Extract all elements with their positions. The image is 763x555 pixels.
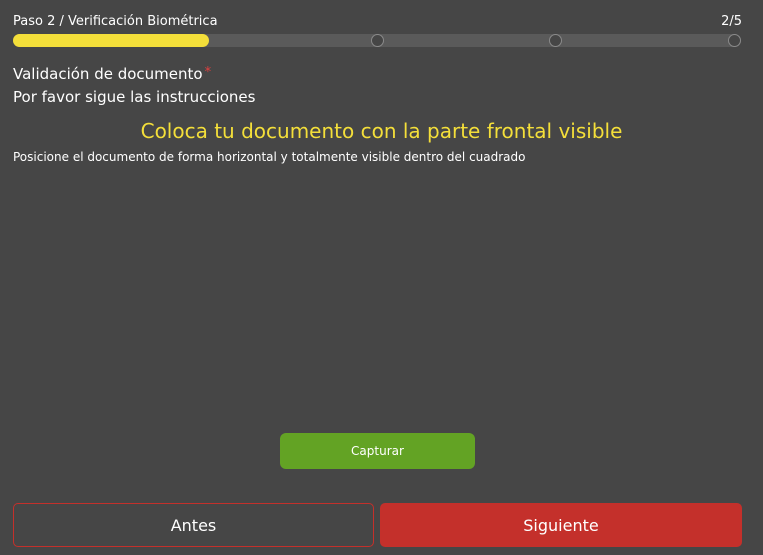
next-button[interactable]: Siguiente [380, 503, 742, 547]
progress-step-dot [728, 34, 741, 47]
camera-preview-area [13, 172, 741, 422]
progress-step-dot [370, 34, 384, 47]
progress-bar [13, 34, 741, 47]
instructions-text: Por favor sigue las instrucciones [13, 88, 256, 106]
capture-subtitle: Posicione el documento de forma horizont… [13, 150, 526, 164]
progress-step-dot [549, 34, 563, 47]
progress-fill [13, 34, 209, 47]
capture-title: Coloca tu documento con la parte frontal… [140, 119, 623, 143]
field-label-text: Validación de documento [13, 65, 203, 83]
step-header: Paso 2 / Verificación Biométrica 2/5 [13, 14, 742, 32]
field-label: Validación de documento * [13, 65, 211, 83]
capture-button[interactable]: Capturar [280, 433, 475, 469]
step-count: 2/5 [721, 14, 742, 29]
required-mark: * [204, 65, 212, 80]
step-label: Paso 2 / Verificación Biométrica [13, 14, 218, 29]
back-button[interactable]: Antes [13, 503, 374, 547]
